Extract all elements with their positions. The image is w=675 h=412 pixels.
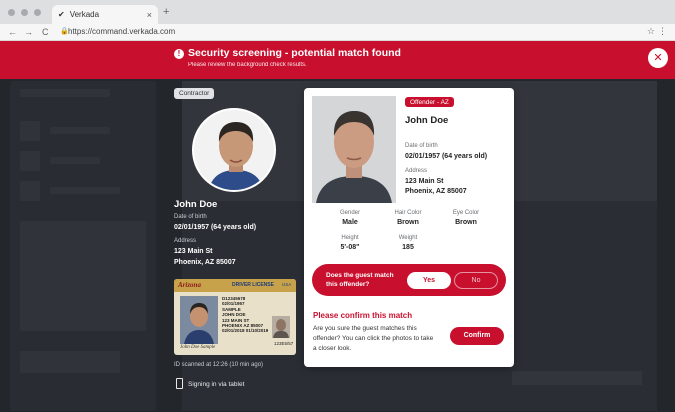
address-bar: ← → C 🔒 https://command.verkada.com ☆ ⋮ xyxy=(0,24,675,41)
offender-hair-color: Hair Color Brown xyxy=(394,210,422,226)
guest-name: John Doe xyxy=(174,199,218,210)
offender-address-label: Address xyxy=(405,168,428,174)
minimize-window-dot[interactable] xyxy=(21,9,28,16)
guest-address-line1: 123 Main St xyxy=(174,248,213,255)
offender-address-line2: Phoenix, AZ 85007 xyxy=(405,188,467,195)
alert-icon: ! xyxy=(174,49,184,59)
url-field[interactable]: https://command.verkada.com xyxy=(68,27,175,36)
new-tab-button[interactable]: + xyxy=(163,6,169,18)
license-text: D12345678 02/01/1957 SAMPLE JOHN DOE 123… xyxy=(222,296,269,334)
forward-icon[interactable]: → xyxy=(24,27,33,37)
browser-tab-bar: ✔ Verkada × + xyxy=(0,0,675,24)
window-controls xyxy=(8,9,41,16)
license-signature: John Doe Sample xyxy=(180,345,216,350)
close-banner-button[interactable]: ✕ xyxy=(648,48,668,68)
license-code: 123E5/57 xyxy=(274,341,294,346)
tablet-icon xyxy=(176,378,183,389)
browser-tab[interactable]: ✔ Verkada × xyxy=(52,5,158,24)
bookmark-star-icon[interactable]: ☆ xyxy=(647,26,655,37)
offender-dob: 02/01/1957 (64 years old) xyxy=(405,153,488,160)
offender-match-card: Offender - AZ John Doe Date of birth 02/… xyxy=(304,88,514,367)
tab-title: Verkada xyxy=(69,10,100,19)
security-alert-banner: ! Security screening - potential match f… xyxy=(0,41,675,79)
offender-photo[interactable] xyxy=(312,96,396,203)
guest-dob-label: Date of birth xyxy=(174,214,207,220)
close-window-dot[interactable] xyxy=(8,9,15,16)
sign-in-method: Signing in via tablet xyxy=(188,381,245,388)
banner-title: Security screening - potential match fou… xyxy=(188,47,401,59)
offender-name: John Doe xyxy=(405,115,449,126)
license-country: USA xyxy=(282,282,292,287)
guest-address-line2: Phoenix, AZ 85007 xyxy=(174,259,236,266)
match-question: Does the guest match this offender? xyxy=(326,272,394,288)
confirm-body: Are you sure the guest matches this offe… xyxy=(313,325,434,352)
license-title: DRIVER LICENSE xyxy=(232,282,274,288)
offender-gender: Gender Male xyxy=(339,210,360,226)
match-question-bar: Does the guest match this offender? Yes … xyxy=(312,264,506,296)
back-icon[interactable]: ← xyxy=(8,27,17,37)
guest-address-label: Address xyxy=(174,238,197,244)
guest-dob: 02/01/1957 (64 years old) xyxy=(174,224,257,231)
yes-button[interactable]: Yes xyxy=(407,272,451,289)
confirm-title: Please confirm this match xyxy=(313,311,413,320)
offender-height: Height 5'-08" xyxy=(340,235,360,251)
banner-subtitle: Please review the background check resul… xyxy=(188,62,307,68)
scanned-id-image[interactable]: Arizona DRIVER LICENSE USA D12345678 02/… xyxy=(174,279,296,355)
confirm-button[interactable]: Confirm xyxy=(450,327,504,345)
guest-photo[interactable] xyxy=(192,108,276,192)
id-scan-time: ID scanned at 12:26 (10 min ago) xyxy=(174,362,264,368)
maximize-window-dot[interactable] xyxy=(34,9,41,16)
offender-dob-label: Date of birth xyxy=(405,143,438,149)
offender-eye-color: Eye Color Brown xyxy=(452,210,480,226)
offender-badge: Offender - AZ xyxy=(405,97,454,107)
license-ghost-photo xyxy=(272,316,290,338)
guest-type-badge: Contractor xyxy=(174,88,215,99)
offender-weight: Weight 185 xyxy=(398,235,418,251)
license-photo xyxy=(180,296,218,344)
verkada-logo-icon: ✔ xyxy=(58,10,65,19)
offender-address-line1: 123 Main St xyxy=(405,178,444,185)
close-icon[interactable]: × xyxy=(147,10,152,20)
license-state: Arizona xyxy=(178,281,201,289)
no-button[interactable]: No xyxy=(454,272,498,289)
browser-menu-icon[interactable]: ⋮ xyxy=(658,26,667,37)
reload-icon[interactable]: C xyxy=(42,27,49,37)
